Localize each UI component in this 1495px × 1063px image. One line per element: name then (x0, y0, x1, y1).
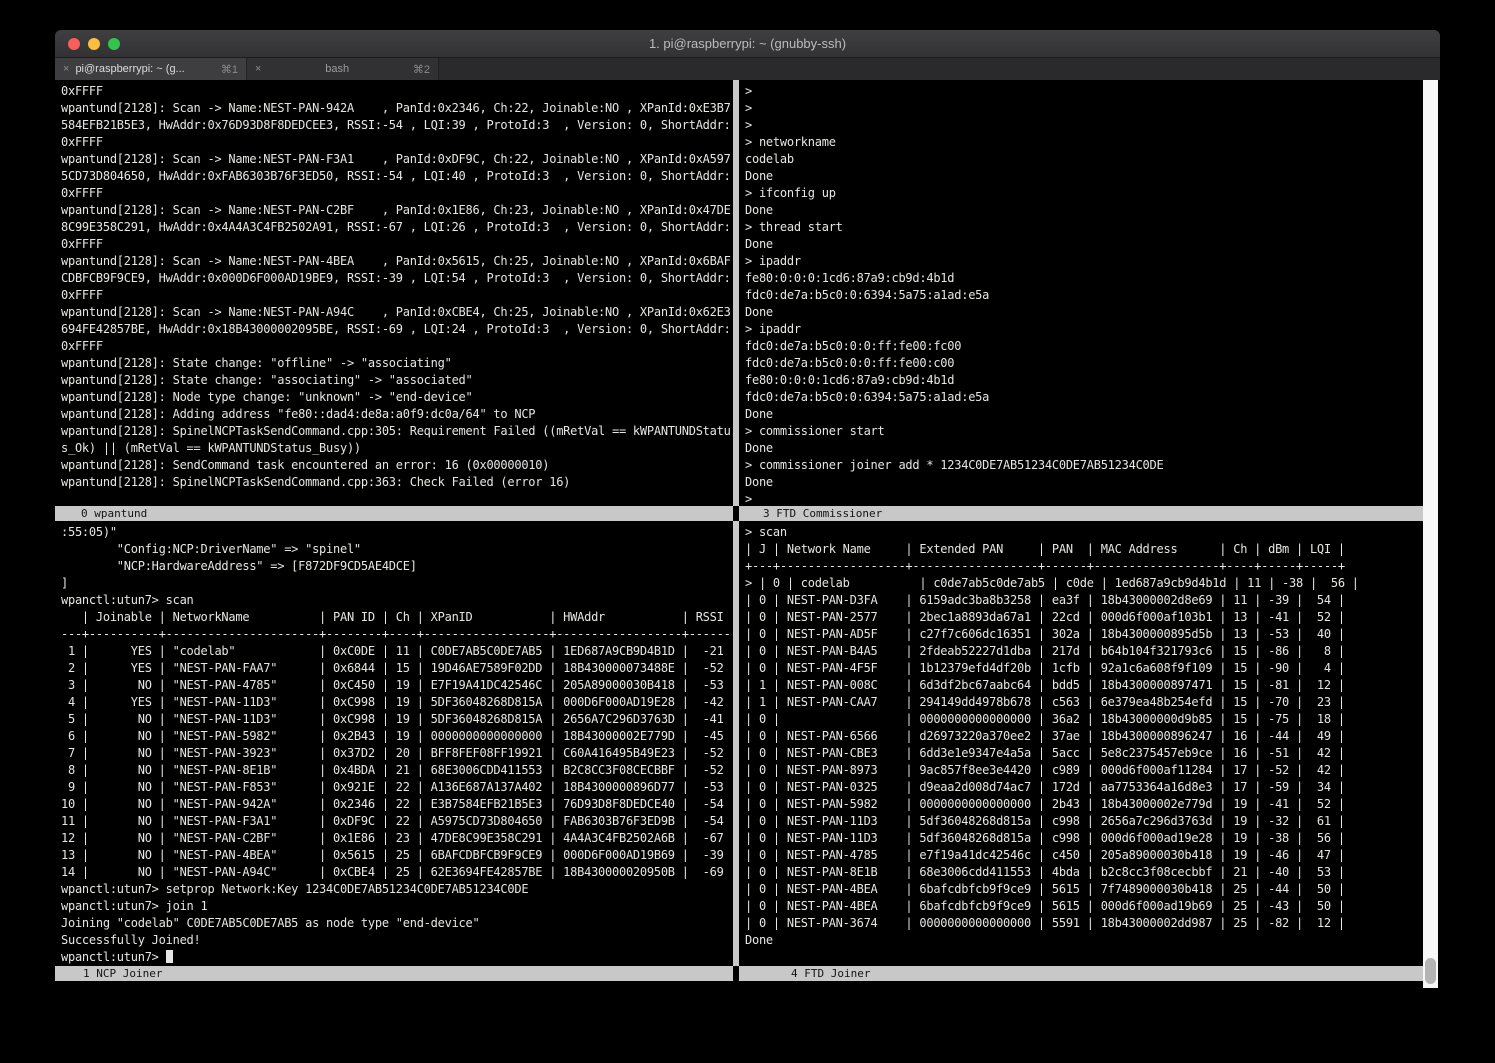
tab-bash[interactable]: × bash ⌘2 (247, 58, 439, 80)
tab-label: bash (267, 63, 406, 75)
window-title: 1. pi@raspberrypi: ~ (gnubby-ssh) (55, 30, 1440, 57)
scrollbar-thumb[interactable] (1425, 958, 1436, 984)
traffic-lights (68, 38, 120, 50)
pane-title-ftd-joiner: 4 FTD Joiner (739, 966, 1423, 981)
tab-label: pi@raspberrypi: ~ (g... (75, 63, 214, 75)
terminal-cursor (166, 950, 173, 963)
tab-bar: × pi@raspberrypi: ~ (g... ⌘1 × bash ⌘2 (55, 58, 1440, 80)
zoom-window-button[interactable] (108, 38, 120, 50)
minimize-window-button[interactable] (88, 38, 100, 50)
pane-vertical-divider[interactable] (733, 80, 739, 506)
pane-title-wpantund: 0 wpantund (55, 506, 733, 521)
tmux-content: 0xFFFF wpantund[2128]: Scan -> Name:NEST… (55, 80, 1440, 988)
tab-shortcut: ⌘2 (413, 63, 430, 76)
pane-ncp-joiner[interactable]: :55:05)" "Config:NCP:DriverName" => "spi… (55, 521, 733, 966)
tab-ssh-session[interactable]: × pi@raspberrypi: ~ (g... ⌘1 (55, 58, 247, 80)
scrollbar[interactable] (1423, 80, 1438, 988)
pane-ftd-commissioner[interactable]: > > > > networkname codelab Done > ifcon… (739, 80, 1423, 506)
pane-title-ftd-commissioner: 3 FTD Commissioner (739, 506, 1423, 521)
close-window-button[interactable] (68, 38, 80, 50)
pane-wpantund-log[interactable]: 0xFFFF wpantund[2128]: Scan -> Name:NEST… (55, 80, 733, 506)
pane-ftd-joiner[interactable]: > scan | J | Network Name | Extended PAN… (739, 521, 1423, 966)
terminal-window: 1. pi@raspberrypi: ~ (gnubby-ssh) × pi@r… (55, 30, 1440, 988)
tab-shortcut: ⌘1 (221, 63, 238, 76)
titlebar[interactable]: 1. pi@raspberrypi: ~ (gnubby-ssh) (55, 30, 1440, 58)
pane-vertical-divider[interactable] (733, 521, 739, 966)
close-tab-icon[interactable]: × (63, 63, 69, 75)
pane-title-ncp-joiner: 1 NCP Joiner (55, 966, 733, 981)
close-tab-icon[interactable]: × (255, 63, 261, 75)
